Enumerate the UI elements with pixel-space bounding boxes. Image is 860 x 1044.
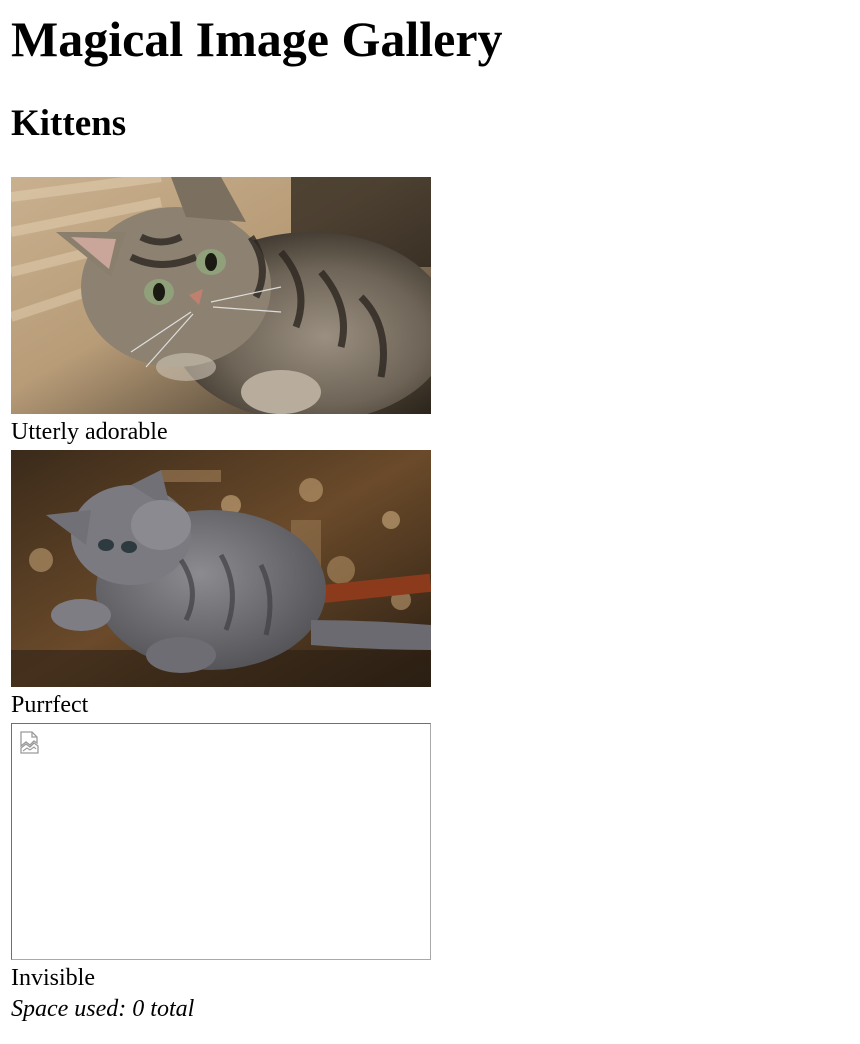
gallery-item: Utterly adorable bbox=[11, 177, 431, 450]
image-caption: Purrfect bbox=[11, 692, 89, 718]
space-used-text: Space used: 0 total bbox=[11, 996, 195, 1022]
kitten-photo-tabby bbox=[11, 177, 431, 414]
kitten-photo-gray bbox=[11, 450, 431, 687]
gallery-item: Invisible bbox=[11, 723, 431, 996]
gallery: Utterly adorable Purrfect Invisible Spac… bbox=[11, 177, 431, 1024]
broken-image-icon bbox=[19, 731, 41, 755]
page-title: Magical Image Gallery bbox=[11, 11, 503, 67]
image-caption: Invisible bbox=[11, 965, 95, 991]
broken-image bbox=[11, 723, 431, 960]
gallery-item: Purrfect bbox=[11, 450, 431, 723]
image-caption: Utterly adorable bbox=[11, 419, 168, 445]
section-title: Kittens bbox=[11, 103, 127, 144]
